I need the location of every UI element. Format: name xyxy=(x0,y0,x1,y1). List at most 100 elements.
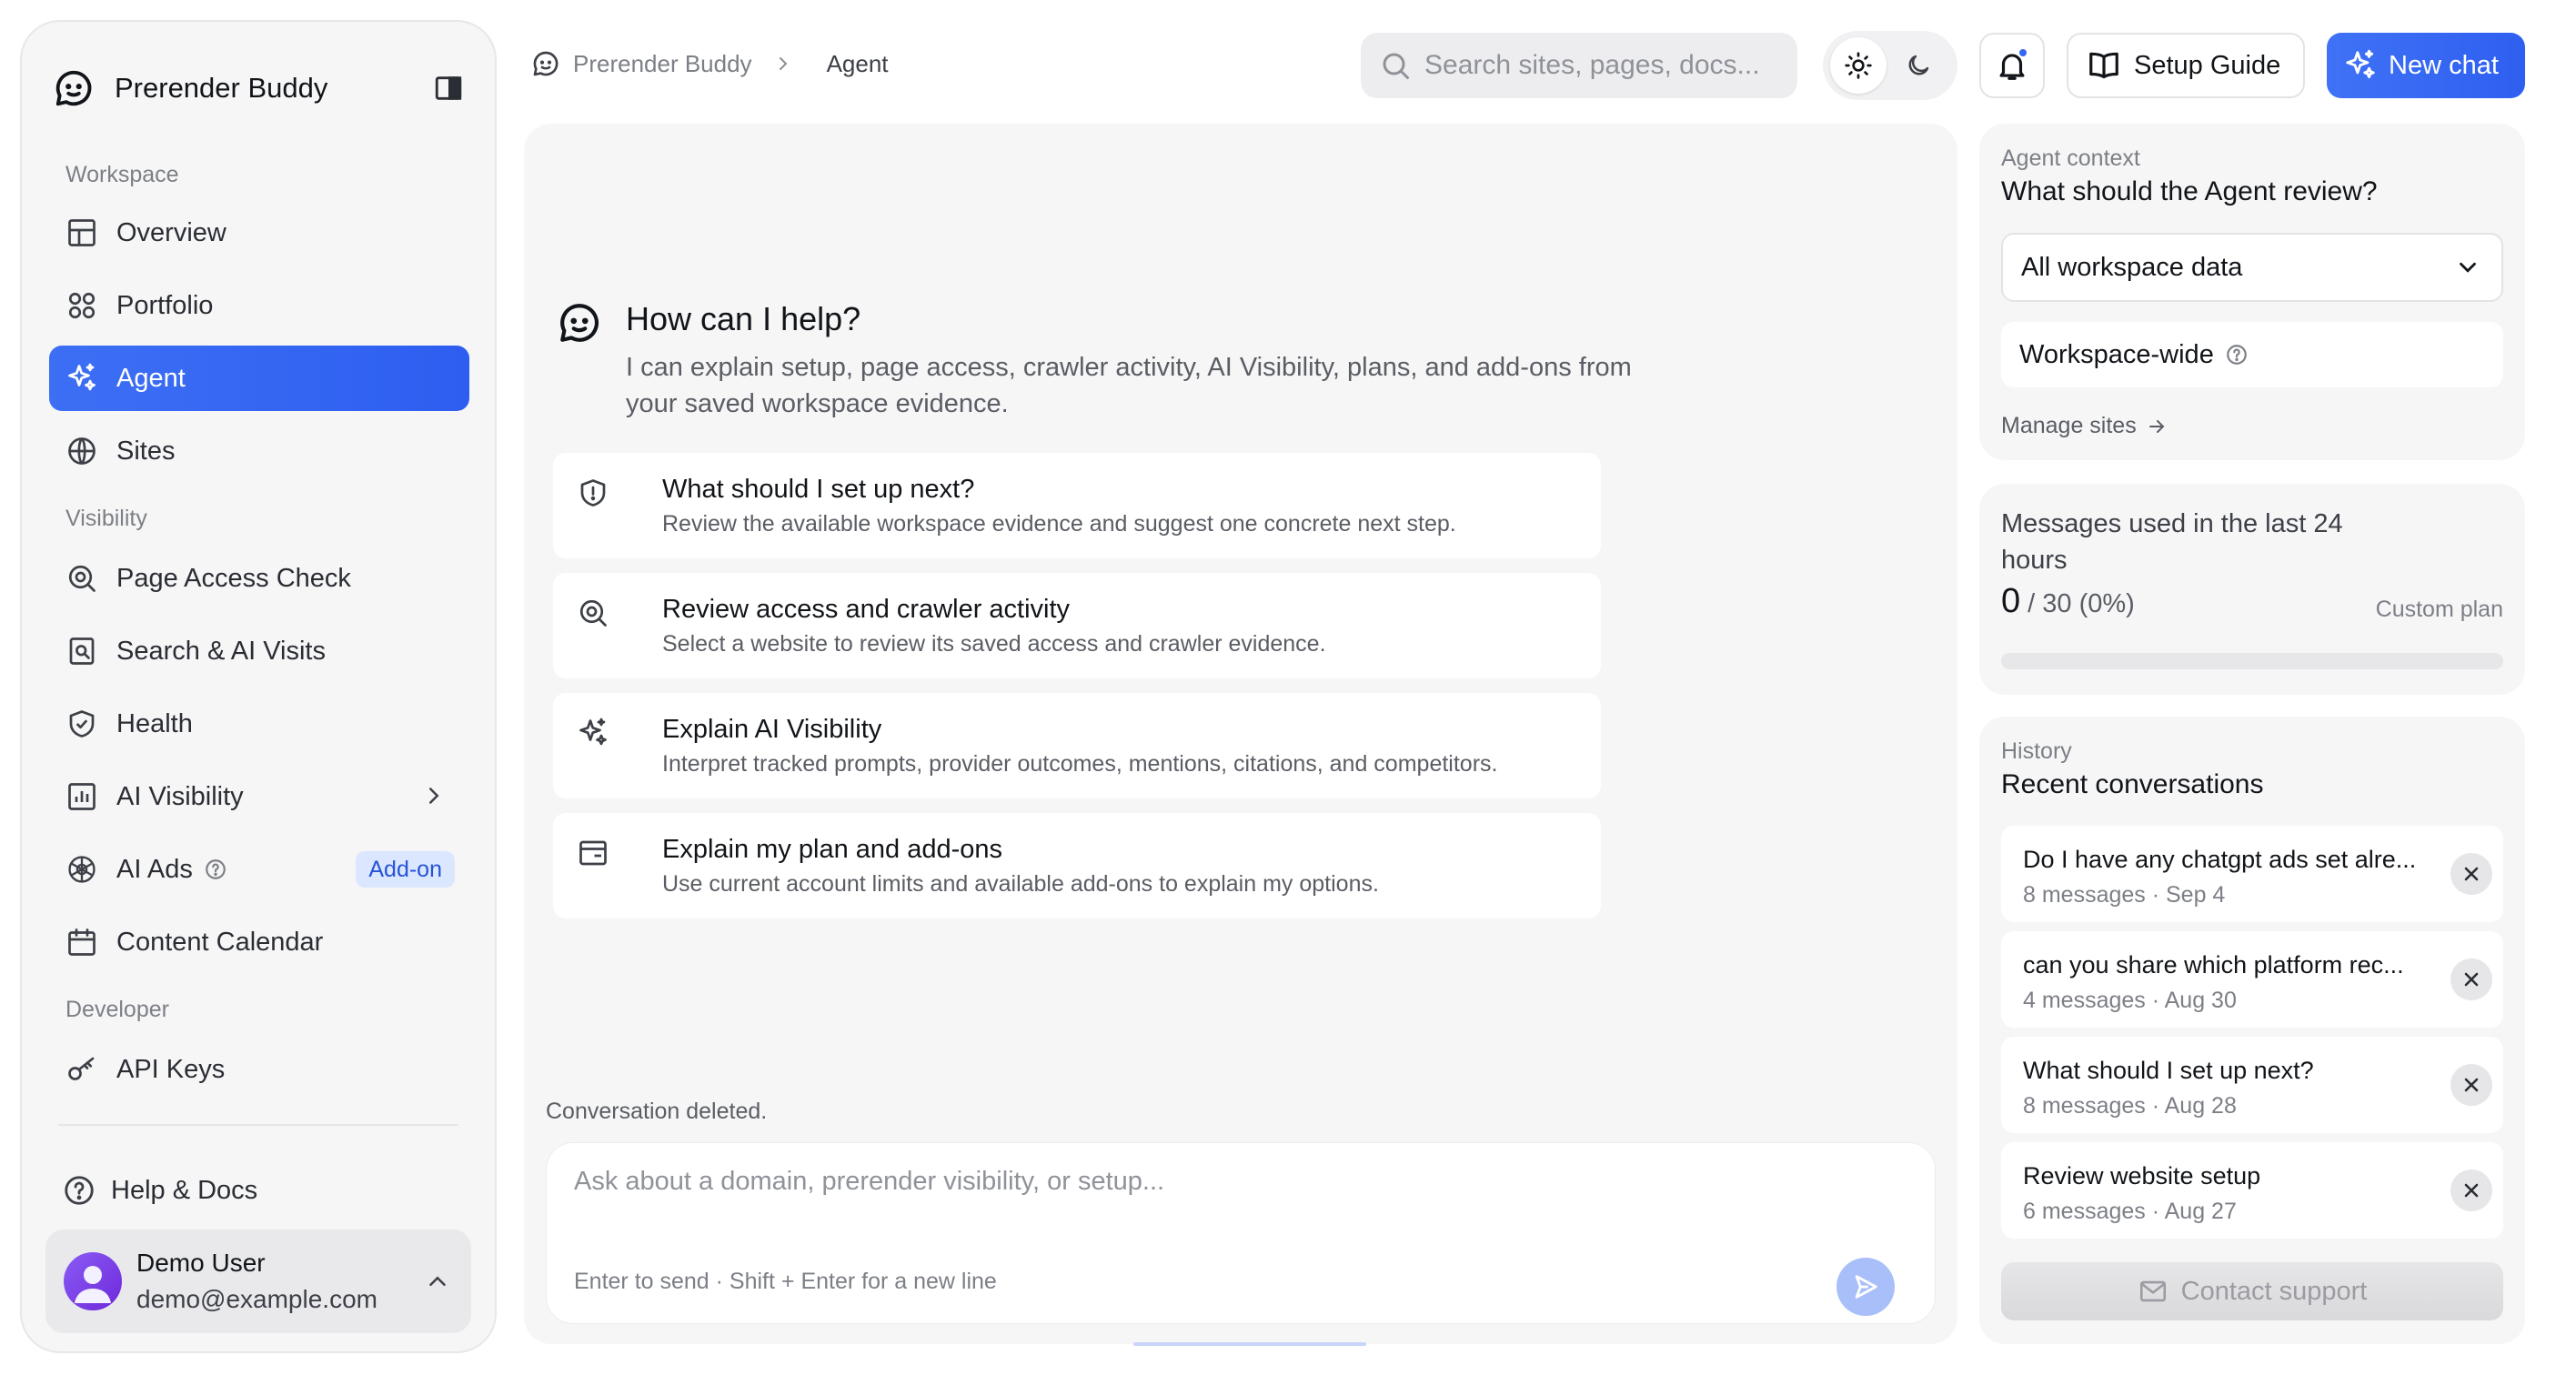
status-message: Conversation deleted. xyxy=(546,1099,768,1124)
new-chat-label: New chat xyxy=(2389,50,2499,80)
sidebar-item-label: Sites xyxy=(116,436,176,466)
delete-conversation-button[interactable] xyxy=(2450,1064,2492,1106)
close-icon xyxy=(2460,863,2482,885)
history-card: History Recent conversations Do I have a… xyxy=(1979,717,2525,1344)
help-docs-link[interactable]: Help & Docs xyxy=(62,1173,257,1208)
card-icon xyxy=(575,835,611,871)
section-label-developer: Developer xyxy=(65,997,169,1022)
scroll-indicator xyxy=(1133,1342,1366,1346)
delete-conversation-button[interactable] xyxy=(2450,958,2492,1000)
suggestion-title: Review access and crawler activity xyxy=(662,595,1071,624)
sidebar-item-label: Agent xyxy=(116,363,186,393)
sidebar-item-label: AI Ads xyxy=(116,854,193,884)
sidebar-item-label: Health xyxy=(116,708,193,738)
search-icon xyxy=(1379,49,1412,82)
chevron-right-icon xyxy=(420,782,448,809)
suggestion-review-access[interactable]: Review access and crawler activity Selec… xyxy=(553,573,1601,678)
sidebar-item-portfolio[interactable]: Portfolio xyxy=(49,273,469,338)
sidebar-item-content-calendar[interactable]: Content Calendar xyxy=(49,909,469,975)
sidebar-item-search-ai-visits[interactable]: Search & AI Visits xyxy=(49,618,469,684)
global-search[interactable] xyxy=(1361,33,1797,98)
sidebar-item-agent[interactable]: Agent xyxy=(49,346,469,411)
brand[interactable]: Prerender Buddy xyxy=(53,53,468,124)
mail-icon xyxy=(2138,1276,2168,1307)
conversation-meta: 6 messages · Aug 27 xyxy=(2023,1199,2237,1224)
breadcrumb-home[interactable]: Prerender Buddy xyxy=(573,50,752,78)
key-icon xyxy=(64,1051,100,1088)
contact-support-label: Contact support xyxy=(2180,1276,2368,1306)
suggestion-desc: Use current account limits and available… xyxy=(662,871,1379,897)
conversation-item[interactable]: What should I set up next? 8 messages · … xyxy=(2001,1037,2503,1133)
conversation-item[interactable]: Do I have any chatgpt ads set alre... 8 … xyxy=(2001,826,2503,922)
sidebar-item-label: Overview xyxy=(116,217,226,247)
sidebar-item-sites[interactable]: Sites xyxy=(49,418,469,484)
help-docs-label: Help & Docs xyxy=(111,1175,258,1205)
doc-search-icon xyxy=(64,633,100,669)
search-input[interactable] xyxy=(1424,50,1770,81)
user-menu[interactable]: Demo User demo@example.com xyxy=(45,1229,471,1333)
sidebar-item-label: Portfolio xyxy=(116,290,214,320)
user-email: demo@example.com xyxy=(136,1285,377,1313)
theme-toggle[interactable] xyxy=(1823,31,1957,100)
send-icon xyxy=(1850,1271,1881,1302)
moon-icon xyxy=(1905,52,1932,79)
sparkles-icon xyxy=(575,715,611,751)
shield-alert-icon xyxy=(575,475,611,511)
sidebar-item-page-access-check[interactable]: Page Access Check xyxy=(49,546,469,611)
dark-theme-button[interactable] xyxy=(1890,37,1947,94)
delete-conversation-button[interactable] xyxy=(2450,1169,2492,1211)
composer-hint: Enter to send · Shift + Enter for a new … xyxy=(574,1269,997,1294)
setup-guide-button[interactable]: Setup Guide xyxy=(2067,33,2305,98)
conversation-item[interactable]: can you share which platform rec... 4 me… xyxy=(2001,931,2503,1028)
light-theme-button[interactable] xyxy=(1830,37,1887,94)
usage-limit: / 30 (0%) xyxy=(2028,589,2135,618)
notifications-button[interactable] xyxy=(1979,33,2045,98)
context-eyebrow: Agent context xyxy=(2001,146,2140,171)
usage-used: 0 xyxy=(2001,582,2021,620)
history-eyebrow: History xyxy=(2001,738,2072,764)
globe-icon xyxy=(64,433,100,469)
usage-title: Messages used in the last 24 hours xyxy=(2001,509,2343,575)
sidebar-item-label: Page Access Check xyxy=(116,563,351,593)
circles-icon xyxy=(64,287,100,324)
sidebar-item-health[interactable]: Health xyxy=(49,691,469,757)
avatar xyxy=(64,1252,122,1310)
sidebar-item-ai-visibility[interactable]: AI Visibility xyxy=(49,764,469,829)
sidebar: Prerender Buddy Workspace Overview Portf… xyxy=(20,20,497,1353)
chat-bot-logo-icon xyxy=(53,67,95,109)
context-select[interactable]: All workspace data xyxy=(2001,233,2503,302)
sidebar-item-api-keys[interactable]: API Keys xyxy=(49,1037,469,1102)
sidebar-item-ai-ads[interactable]: AI Ads Add-on xyxy=(49,837,469,902)
collapse-sidebar-button[interactable] xyxy=(429,69,468,107)
send-button[interactable] xyxy=(1836,1258,1895,1316)
close-icon xyxy=(2460,1074,2482,1096)
help-circle-icon[interactable] xyxy=(2225,343,2249,366)
sidebar-item-label: API Keys xyxy=(116,1054,226,1084)
conversation-title: Review website setup xyxy=(2023,1162,2261,1189)
suggestion-explain-plan[interactable]: Explain my plan and add-ons Use current … xyxy=(553,813,1601,918)
notification-dot xyxy=(2018,47,2028,58)
suggestion-desc: Review the available workspace evidence … xyxy=(662,511,1456,537)
delete-conversation-button[interactable] xyxy=(2450,853,2492,895)
usage-count: 0 / 30 (0%) xyxy=(2001,582,2135,621)
plan-label: Custom plan xyxy=(2375,597,2503,622)
openai-icon xyxy=(64,851,100,888)
sidebar-item-label: AI Visibility xyxy=(116,781,244,811)
new-chat-button[interactable]: New chat xyxy=(2327,33,2525,98)
chevron-up-icon xyxy=(424,1268,451,1295)
message-input[interactable] xyxy=(574,1167,1884,1221)
usage-progress-bar xyxy=(2001,653,2503,669)
suggestion-desc: Interpret tracked prompts, provider outc… xyxy=(662,751,1498,777)
section-label-visibility: Visibility xyxy=(65,506,147,531)
suggestion-setup-next[interactable]: What should I set up next? Review the av… xyxy=(553,453,1601,558)
manage-sites-link[interactable]: Manage sites xyxy=(2001,413,2168,439)
chevron-right-icon xyxy=(772,53,794,75)
contact-support-button[interactable]: Contact support xyxy=(2001,1262,2503,1320)
chat-panel: How can I help? I can explain setup, pag… xyxy=(524,124,1957,1344)
arrow-right-icon xyxy=(2137,416,2168,437)
page-title: How can I help? xyxy=(626,300,861,337)
sidebar-item-overview[interactable]: Overview xyxy=(49,200,469,266)
help-circle-icon[interactable] xyxy=(204,858,227,881)
conversation-item[interactable]: Review website setup 6 messages · Aug 27 xyxy=(2001,1142,2503,1239)
suggestion-explain-ai-visibility[interactable]: Explain AI Visibility Interpret tracked … xyxy=(553,693,1601,798)
